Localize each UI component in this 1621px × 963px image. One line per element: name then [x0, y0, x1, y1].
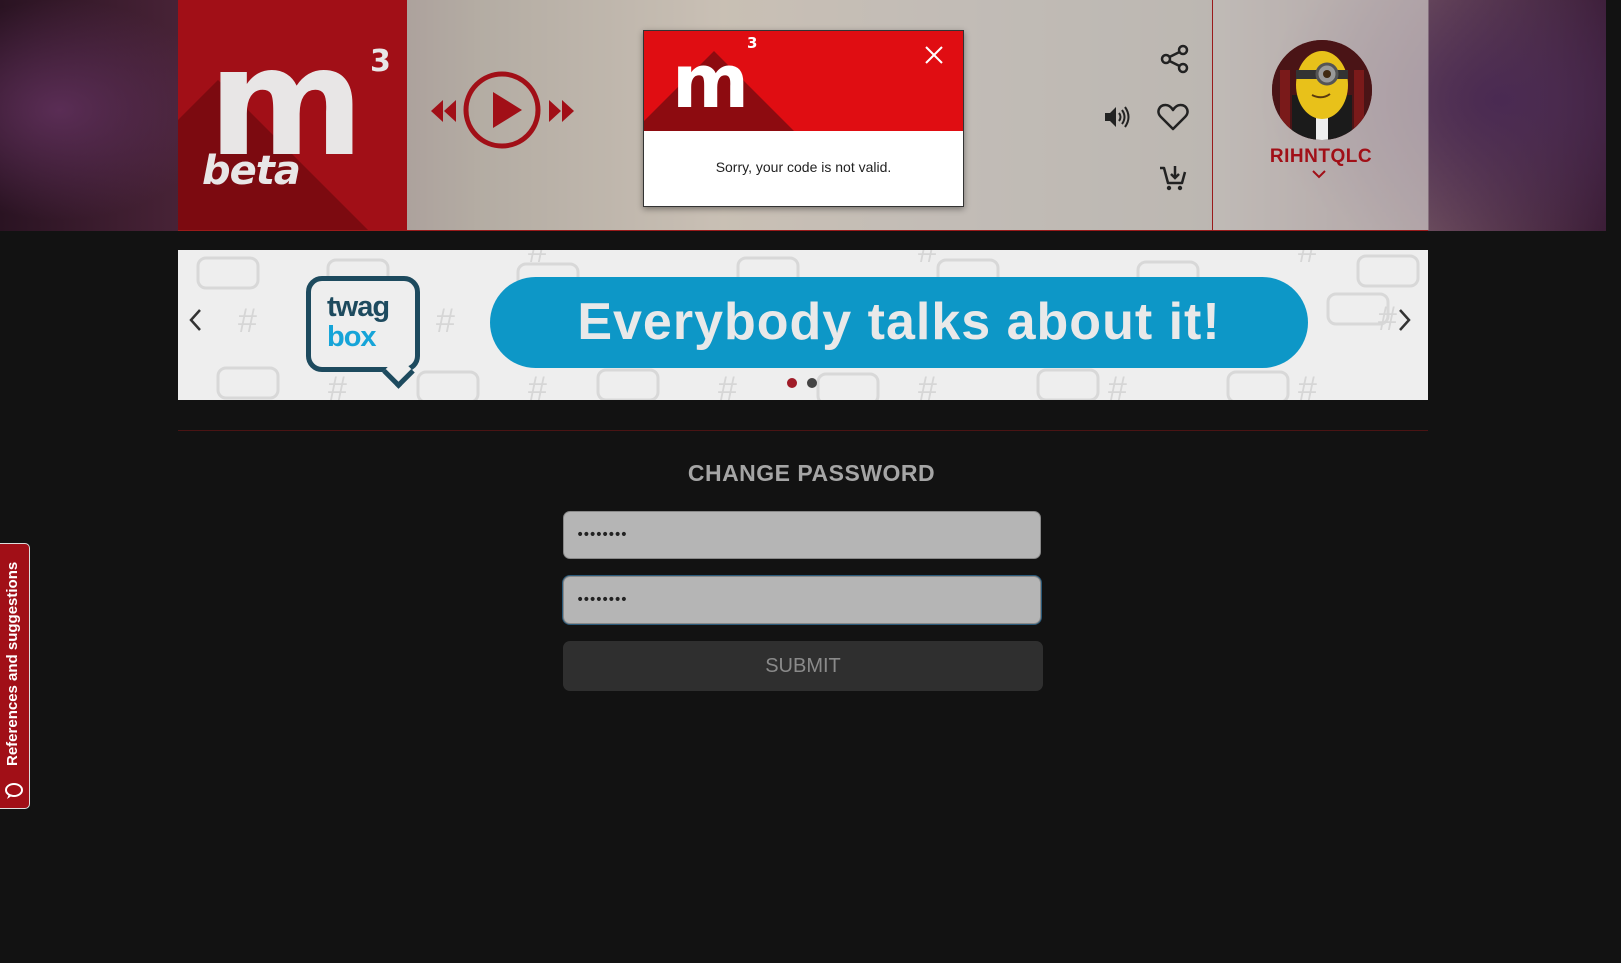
feedback-tab[interactable]: References and suggestions — [0, 543, 30, 809]
svg-text:#: # — [1298, 250, 1317, 270]
svg-text:#: # — [436, 302, 455, 340]
logo-superscript: 3 — [370, 44, 391, 79]
carousel-prev-icon[interactable] — [188, 308, 202, 337]
svg-text:#: # — [918, 370, 937, 400]
feedback-tab-label: References and suggestions — [4, 561, 21, 766]
svg-text:#: # — [918, 250, 937, 270]
submit-button[interactable]: SUBMIT — [563, 641, 1043, 691]
dialog-header: m 3 — [644, 31, 963, 131]
carousel-next-icon[interactable] — [1398, 308, 1412, 337]
twagbox-logo-line1: twag — [327, 291, 390, 323]
svg-text:#: # — [1298, 370, 1317, 400]
volume-icon[interactable] — [1103, 103, 1131, 136]
logo-beta-label: beta — [202, 148, 301, 194]
svg-text:#: # — [328, 370, 347, 400]
svg-text:#: # — [528, 370, 547, 400]
rewind-icon[interactable] — [429, 98, 457, 129]
chevron-down-icon[interactable] — [1312, 166, 1326, 184]
svg-text:#: # — [718, 370, 737, 400]
twagbox-logo-line2: box — [327, 321, 377, 353]
banner-headline[interactable]: Everybody talks about it! — [490, 277, 1308, 368]
svg-text:#: # — [528, 250, 547, 270]
new-password-field[interactable] — [563, 511, 1041, 559]
confirm-password-field[interactable] — [563, 576, 1041, 624]
error-dialog: m 3 Sorry, your code is not valid. — [643, 30, 964, 207]
section-divider — [178, 430, 1428, 431]
svg-text:#: # — [238, 302, 257, 340]
feedback-icon — [4, 782, 24, 805]
user-menu[interactable]: RIHNTQLC — [1212, 0, 1429, 230]
dialog-logo-letter: m — [672, 39, 749, 125]
close-icon[interactable] — [924, 45, 944, 70]
page-title: CHANGE PASSWORD — [687, 460, 936, 486]
site-logo[interactable]: m 3 beta — [178, 0, 407, 230]
share-icon[interactable] — [1160, 44, 1190, 79]
username[interactable]: RIHNTQLC — [1213, 146, 1429, 168]
promo-carousel[interactable]: # # # # # # # # # # # # twag box Everybo… — [178, 250, 1428, 400]
avatar[interactable] — [1272, 40, 1372, 140]
dialog-message: Sorry, your code is not valid. — [715, 159, 892, 175]
cart-add-icon[interactable] — [1158, 163, 1188, 198]
play-icon[interactable] — [462, 70, 542, 155]
carousel-dot-1[interactable] — [787, 378, 797, 388]
carousel-dot-2[interactable] — [807, 378, 817, 388]
svg-text:#: # — [1378, 300, 1397, 338]
twagbox-logo: twag box — [306, 276, 420, 389]
svg-text:#: # — [1108, 370, 1127, 400]
fast-forward-icon[interactable] — [548, 98, 576, 129]
dialog-logo-superscript: 3 — [747, 34, 758, 52]
heart-icon[interactable] — [1157, 103, 1189, 136]
